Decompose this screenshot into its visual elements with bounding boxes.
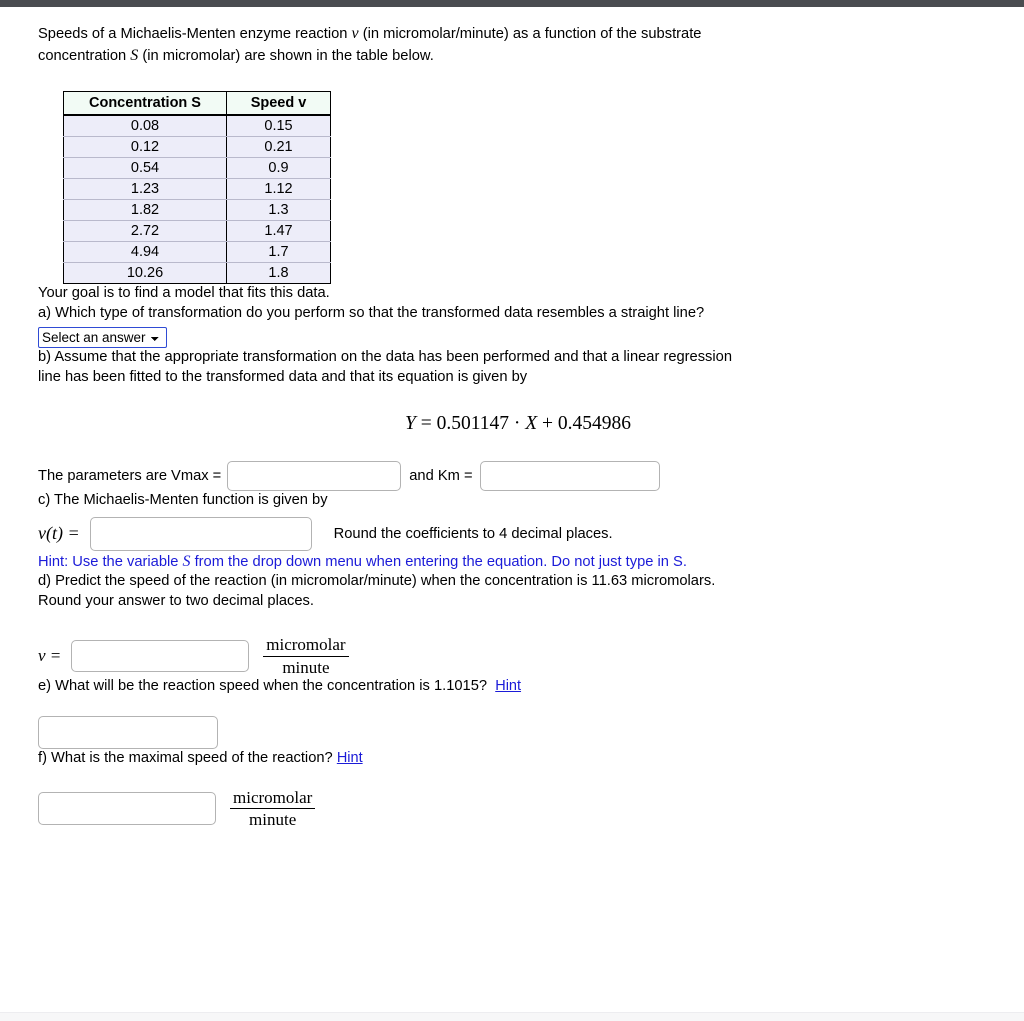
part-b-line2: line has been fitted to the transformed … xyxy=(38,368,528,385)
cell-concentration: 0.54 xyxy=(63,157,227,180)
intro-line1-pre: Speeds of a Michaelis-Menten enzyme reac… xyxy=(38,26,352,42)
column-header-concentration: Concentration S xyxy=(63,91,227,117)
browser-top-bar xyxy=(0,0,1024,7)
unit-numerator: micromolar xyxy=(230,788,316,809)
transformation-select[interactable]: Select an answer xyxy=(38,327,167,349)
table-row: 4.94 1.7 xyxy=(63,241,331,264)
table-row: 10.26 1.8 xyxy=(63,262,331,285)
intro-paragraph: Speeds of a Michaelis-Menten enzyme reac… xyxy=(38,23,998,66)
cell-concentration: 10.26 xyxy=(63,262,227,285)
predicted-speed-input[interactable] xyxy=(71,640,250,672)
part-e-answer-input[interactable] xyxy=(38,716,218,750)
regression-equation: Y = 0.501147 · X + 0.454986 xyxy=(38,413,998,435)
table-row: 1.82 1.3 xyxy=(63,199,331,222)
part-e-text: e) What will be the reaction speed when … xyxy=(38,677,488,694)
part-f-text: f) What is the maximal speed of the reac… xyxy=(38,750,333,767)
parameters-row: The parameters are Vmax = and Km = xyxy=(38,461,998,492)
cell-speed: 0.9 xyxy=(226,157,331,180)
page-content: Speeds of a Michaelis-Menten enzyme reac… xyxy=(38,23,998,829)
question-page: Speeds of a Michaelis-Menten enzyme reac… xyxy=(0,7,1024,1012)
michaelis-menten-function-input[interactable] xyxy=(89,516,312,551)
cell-speed: 1.8 xyxy=(226,262,331,285)
intro-line2-post: (in micromolar) are shown in the table b… xyxy=(138,47,434,64)
cell-speed: 0.21 xyxy=(226,136,331,159)
hint-var-S: S xyxy=(182,552,191,570)
part-f-answer-row: micromolar minute xyxy=(38,788,998,829)
equation-slope: 0.501147 xyxy=(436,413,509,435)
vmax-label: The parameters are Vmax = xyxy=(38,468,222,485)
cell-concentration: 4.94 xyxy=(63,241,227,264)
browser-bottom-bar xyxy=(0,1012,1024,1021)
unit-fraction-d: micromolar minute xyxy=(263,635,349,677)
v-equals-label: v = xyxy=(38,646,62,665)
intro-line1-mid: (in micromolar/minute) as a function of … xyxy=(358,26,702,42)
cell-speed: 1.7 xyxy=(226,241,331,264)
equation-intercept: 0.454986 xyxy=(557,413,632,435)
vmax-input[interactable] xyxy=(227,461,402,492)
equation-dot: · xyxy=(513,413,521,435)
equation-x: X xyxy=(525,413,538,435)
cell-speed: 1.12 xyxy=(226,178,331,201)
table-row: 0.12 0.21 xyxy=(63,136,331,159)
cell-concentration: 0.12 xyxy=(63,136,227,159)
table-row: 2.72 1.47 xyxy=(63,220,331,243)
hint-post: from the drop down menu when entering th… xyxy=(190,553,687,570)
part-c-answer-row: v(t) = Round the coefficients to 4 decim… xyxy=(38,516,998,551)
cell-speed: 1.47 xyxy=(226,220,331,243)
part-e-hint-link[interactable]: Hint xyxy=(495,678,521,694)
table-header-row: Concentration S Speed v xyxy=(63,91,331,117)
part-c-question: c) The Michaelis-Menten function is give… xyxy=(38,492,328,509)
km-label: and Km = xyxy=(409,468,473,485)
equation-lhs: Y xyxy=(404,413,416,435)
equation-plus: + xyxy=(542,413,554,435)
part-a-question: a) Which type of transformation do you p… xyxy=(38,304,705,321)
table-row: 0.08 0.15 xyxy=(63,114,331,138)
hint-pre: Hint: Use the variable xyxy=(38,553,183,570)
cell-speed: 0.15 xyxy=(226,114,331,138)
cell-concentration: 1.23 xyxy=(63,178,227,201)
part-d-answer-row: v = micromolar minute xyxy=(38,635,998,677)
unit-denominator: minute xyxy=(249,809,297,829)
column-header-speed: Speed v xyxy=(226,91,331,117)
cell-concentration: 0.08 xyxy=(63,114,227,138)
unit-denominator: minute xyxy=(282,657,330,677)
cell-speed: 1.3 xyxy=(226,199,331,222)
equation-equals: = xyxy=(420,413,432,435)
part-f-hint-link[interactable]: Hint xyxy=(337,750,363,766)
intro-var-v: v xyxy=(351,25,359,42)
part-f-question: f) What is the maximal speed of the reac… xyxy=(38,749,998,769)
table-body: 0.08 0.15 0.12 0.21 0.54 0.9 1.23 1.12 1… xyxy=(63,114,331,285)
cell-concentration: 2.72 xyxy=(63,220,227,243)
part-c-hint: Hint: Use the variable S from the drop d… xyxy=(38,551,998,573)
part-b-line1: b) Assume that the appropriate transform… xyxy=(38,349,732,366)
part-e-question: e) What will be the reaction speed when … xyxy=(38,677,998,697)
goal-text: Your goal is to find a model that fits t… xyxy=(38,285,330,302)
part-d-line2: Round your answer to two decimal places. xyxy=(38,592,314,609)
km-input[interactable] xyxy=(479,461,660,492)
data-table-wrapper: Concentration S Speed v 0.08 0.15 0.12 0… xyxy=(63,91,998,285)
concentration-speed-table: Concentration S Speed v 0.08 0.15 0.12 0… xyxy=(63,91,331,285)
part-d-line1: d) Predict the speed of the reaction (in… xyxy=(38,573,716,590)
vt-label: v(t) = xyxy=(38,523,80,544)
round-coefficients-note: Round the coefficients to 4 decimal plac… xyxy=(333,525,613,542)
unit-numerator: micromolar xyxy=(263,635,349,657)
cell-concentration: 1.82 xyxy=(63,199,227,222)
part-f-answer-input[interactable] xyxy=(38,791,216,825)
unit-fraction-f: micromolar minute xyxy=(230,788,316,829)
table-row: 1.23 1.12 xyxy=(63,178,331,201)
intro-line2-pre: concentration xyxy=(38,47,131,64)
part-d-question: d) Predict the speed of the reaction (in… xyxy=(38,572,998,611)
part-b-question: b) Assume that the appropriate transform… xyxy=(38,348,998,387)
table-row: 0.54 0.9 xyxy=(63,157,331,180)
